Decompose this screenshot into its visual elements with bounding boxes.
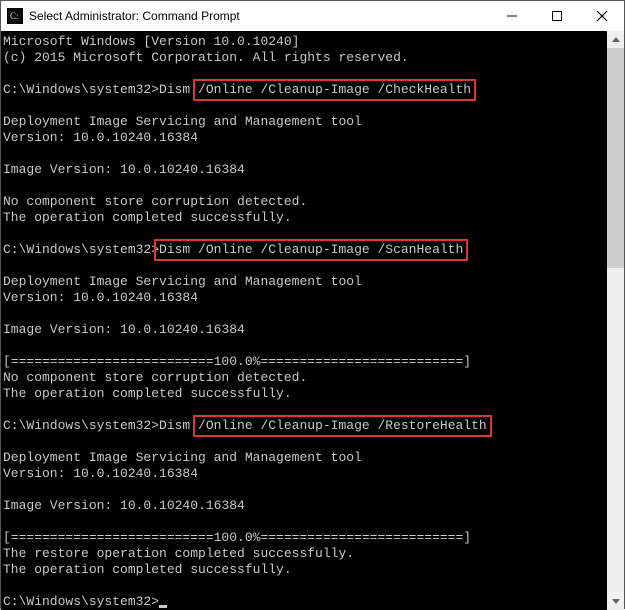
prompt-text: C:\Windows\system32> <box>3 418 159 433</box>
cmd-icon: C: <box>7 8 23 24</box>
tool-version-line: Version: 10.0.10240.16384 <box>3 290 198 305</box>
os-version-line: Microsoft Windows [Version 10.0.10240] <box>3 34 299 49</box>
copyright-line: (c) 2015 Microsoft Corporation. All righ… <box>3 50 409 65</box>
prompt-text: C:\Windows\system32> <box>3 242 159 257</box>
highlight-scanhealth: Dism /Online /Cleanup-Image /ScanHealth <box>154 239 468 261</box>
prompt-text: C:\Windows\system32> <box>3 82 159 97</box>
window-title: Select Administrator: Command Prompt <box>29 9 240 23</box>
terminal-output[interactable]: Microsoft Windows [Version 10.0.10240] (… <box>1 31 607 610</box>
command-prompt-window: C: Select Administrator: Command Prompt … <box>0 0 625 609</box>
content-area: Microsoft Windows [Version 10.0.10240] (… <box>1 31 624 610</box>
scroll-down-button[interactable] <box>607 593 624 610</box>
image-version-line: Image Version: 10.0.10240.16384 <box>3 322 245 337</box>
minimize-button[interactable] <box>489 1 534 31</box>
prompt-text: C:\Windows\system32> <box>3 594 159 609</box>
image-version-line: Image Version: 10.0.10240.16384 <box>3 162 245 177</box>
cursor <box>159 605 167 608</box>
highlight-checkhealth: /Online /Cleanup-Image /CheckHealth <box>193 79 476 101</box>
tool-name-line: Deployment Image Servicing and Managemen… <box>3 274 362 289</box>
operation-success-line: The operation completed successfully. <box>3 562 292 577</box>
vertical-scrollbar[interactable] <box>607 31 624 610</box>
no-corruption-line: No component store corruption detected. <box>3 370 307 385</box>
scroll-up-button[interactable] <box>607 31 624 48</box>
image-version-line: Image Version: 10.0.10240.16384 <box>3 498 245 513</box>
tool-name-line: Deployment Image Servicing and Managemen… <box>3 450 362 465</box>
titlebar[interactable]: C: Select Administrator: Command Prompt <box>1 1 624 31</box>
operation-success-line: The operation completed successfully. <box>3 210 292 225</box>
scroll-thumb[interactable] <box>607 48 624 268</box>
svg-text:C:: C: <box>10 11 19 21</box>
no-corruption-line: No component store corruption detected. <box>3 194 307 209</box>
restore-success-line: The restore operation completed successf… <box>3 546 354 561</box>
highlight-restorehealth: /Online /Cleanup-Image /RestoreHealth <box>193 415 492 437</box>
close-button[interactable] <box>579 1 624 31</box>
tool-version-line: Version: 10.0.10240.16384 <box>3 466 198 481</box>
tool-version-line: Version: 10.0.10240.16384 <box>3 130 198 145</box>
progress-bar-line: [==========================100.0%=======… <box>3 354 471 369</box>
operation-success-line: The operation completed successfully. <box>3 386 292 401</box>
tool-name-line: Deployment Image Servicing and Managemen… <box>3 114 362 129</box>
progress-bar-line: [==========================100.0%=======… <box>3 530 471 545</box>
maximize-button[interactable] <box>534 1 579 31</box>
